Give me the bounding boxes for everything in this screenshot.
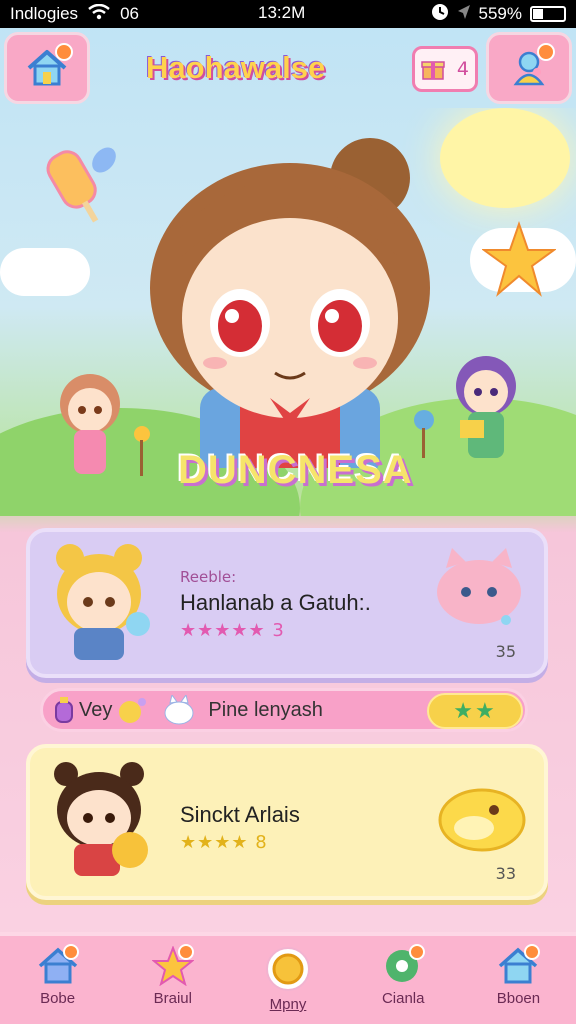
- notification-dot: [408, 944, 425, 960]
- cat-pet-icon: [437, 548, 521, 625]
- alarm-icon: [431, 3, 449, 26]
- character-card[interactable]: Sinckt Arlais ★★★★ 8 33: [26, 744, 548, 900]
- card-avatar: [56, 544, 150, 660]
- card-number: 35: [495, 642, 516, 661]
- card-title: Sinckt Arlais: [180, 802, 300, 827]
- gift-count: 4: [456, 58, 470, 80]
- popsicle-icon: [46, 147, 116, 223]
- signal-label: 06: [120, 4, 139, 23]
- strip-label-pine: Pine lenyash: [208, 698, 323, 721]
- battery-icon: [530, 6, 566, 22]
- strip-item-vey[interactable]: Vey: [53, 696, 147, 724]
- nav-label: Mpny: [269, 996, 307, 1013]
- strip-item-pine[interactable]: Pine lenyash: [162, 695, 323, 725]
- rating-stars: ★★★★★ 3: [180, 620, 285, 641]
- cloud: [0, 248, 90, 296]
- carrier-label: Indlogies: [10, 4, 79, 23]
- nav-label: Bboen: [496, 990, 541, 1007]
- info-strip: Vey Pine lenyash ★★: [40, 688, 528, 732]
- notification-dot: [537, 43, 555, 61]
- nav-item-bboen[interactable]: Bboen: [461, 936, 576, 1024]
- hero-scene: DUNCNESA: [0, 108, 576, 516]
- card-label: Reeble:: [180, 568, 237, 586]
- nav-label: Bobe: [40, 990, 76, 1007]
- nav-item-bobe[interactable]: Bobe: [0, 936, 115, 1024]
- notification-dot: [55, 43, 73, 61]
- nav-item-braiul[interactable]: Braiul: [115, 936, 230, 1024]
- strip-action-button[interactable]: ★★: [427, 693, 523, 729]
- coin-icon: [266, 947, 310, 991]
- sun: [440, 108, 570, 208]
- nav-item-cianla[interactable]: Cianla: [346, 936, 461, 1024]
- game-title: Haohawalse: [146, 50, 326, 85]
- home-button[interactable]: [4, 32, 90, 104]
- main-character: [150, 138, 430, 468]
- rating-stars: ★★★★ 8: [180, 832, 268, 853]
- strip-label-vey: Vey: [79, 698, 113, 721]
- gift-icon: [421, 61, 445, 80]
- nav-item-mpny[interactable]: Mpny: [230, 936, 345, 1024]
- nav-label: Braiul: [153, 990, 192, 1007]
- chick-icon: [119, 698, 147, 723]
- duck-pet-icon: [438, 788, 526, 852]
- side-character-left: [60, 374, 150, 476]
- gift-badge[interactable]: 4: [412, 46, 478, 92]
- card-number: 33: [495, 864, 516, 883]
- character-name: DUNCNESA: [178, 448, 413, 492]
- side-character-right: [414, 356, 516, 458]
- nav-label: Cianla: [381, 990, 425, 1007]
- card-avatar: [54, 762, 148, 876]
- potion-icon: [55, 697, 73, 723]
- top-bar: Haohawalse 4: [0, 28, 576, 108]
- status-bar: Indlogies 06 13:2M 559%: [0, 0, 576, 28]
- clock: 13:2M: [258, 3, 306, 22]
- bottom-nav: Bobe Braiul Mpny Cianla Bboen: [0, 932, 576, 1024]
- notification-dot: [524, 944, 541, 960]
- character-card[interactable]: Reeble: Hanlanab a Gatuh:. ★★★★★ 3 35: [26, 528, 548, 678]
- bunny-icon: [164, 695, 194, 725]
- wifi-icon: [88, 3, 110, 25]
- profile-button[interactable]: [486, 32, 572, 104]
- card-title: Hanlanab a Gatuh:.: [180, 590, 371, 615]
- battery-label: 559%: [478, 4, 522, 23]
- star-icon: [482, 220, 556, 297]
- location-icon: [457, 4, 471, 25]
